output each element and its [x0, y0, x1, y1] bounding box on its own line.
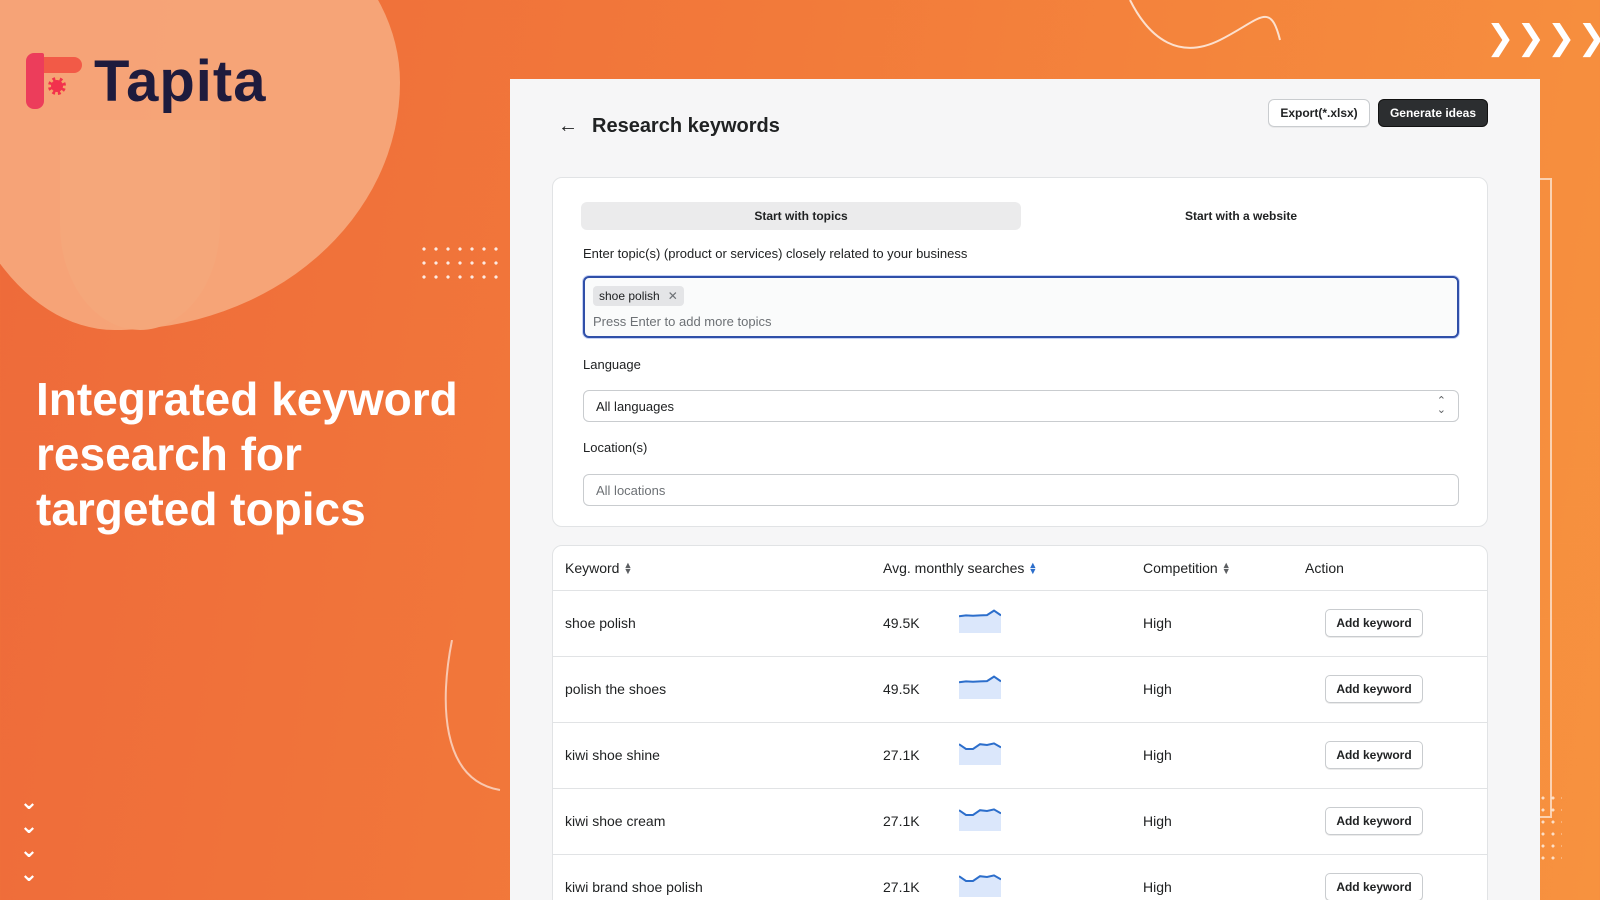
tab-start-with-website[interactable]: Start with a website [1021, 202, 1461, 230]
keyword-cell: kiwi brand shoe polish [565, 879, 703, 895]
add-keyword-button[interactable]: Add keyword [1325, 807, 1423, 835]
sort-icon: ▲ ▼ [1028, 560, 1038, 576]
competition-cell: High [1143, 747, 1172, 763]
column-header-competition[interactable]: Competition ▲ ▼ [1143, 560, 1231, 576]
dots-pattern [418, 242, 502, 288]
add-keyword-button[interactable]: Add keyword [1325, 741, 1423, 769]
table-row: kiwi brand shoe polish 27.1K High Add ke… [553, 855, 1487, 900]
trend-sparkline [959, 874, 1001, 897]
add-keyword-button[interactable]: Add keyword [1325, 675, 1423, 703]
table-row: kiwi shoe shine 27.1K High Add keyword [553, 723, 1487, 789]
export-button[interactable]: Export(*.xlsx) [1268, 99, 1370, 127]
brand-logo: Tapita [26, 48, 267, 115]
background-blob-drip [60, 120, 220, 330]
location-input[interactable]: All locations [583, 474, 1459, 506]
trend-sparkline [959, 742, 1001, 765]
keyword-cell: polish the shoes [565, 681, 667, 697]
language-select[interactable]: All languages ⌃ ⌄ [583, 390, 1459, 422]
keywords-table: Keyword ▲ ▼ Avg. monthly searches ▲ ▼ Comp… [552, 545, 1488, 900]
close-icon[interactable]: ✕ [668, 289, 678, 303]
keyword-cell: kiwi shoe shine [565, 747, 660, 763]
table-row: shoe polish 49.5K High Add keyword [553, 591, 1487, 657]
column-header-competition-label: Competition [1143, 560, 1218, 576]
brand-name: Tapita [94, 49, 267, 114]
topics-input[interactable]: shoe polish ✕ Press Enter to add more to… [583, 276, 1459, 338]
sort-icon: ▲ ▼ [1221, 560, 1231, 576]
location-placeholder: All locations [596, 482, 666, 498]
page-header: ← Research keywords [558, 115, 780, 138]
searches-cell: 27.1K [883, 879, 920, 895]
mode-tabs: Start with topics Start with a website [581, 202, 1461, 230]
decorative-curve-bottom [444, 640, 501, 791]
language-label: Language [583, 357, 641, 372]
topics-label: Enter topic(s) (product or services) clo… [583, 246, 968, 261]
hero-headline: Integrated keyword research for targeted… [36, 373, 458, 535]
sort-icon: ▲ ▼ [623, 560, 633, 576]
sparkline-area [959, 743, 1001, 765]
searches-cell: 49.5K [883, 615, 920, 631]
searches-cell: 27.1K [883, 747, 920, 763]
competition-cell: High [1143, 681, 1172, 697]
keyword-cell: shoe polish [565, 615, 636, 631]
select-arrows-icon: ⌃ ⌄ [1436, 395, 1446, 416]
decorative-curve [1129, 0, 1281, 49]
location-label: Location(s) [583, 440, 648, 455]
topics-placeholder: Press Enter to add more topics [593, 314, 772, 329]
add-keyword-button[interactable]: Add keyword [1325, 609, 1423, 637]
searches-cell: 49.5K [883, 681, 920, 697]
tapita-logo-icon [26, 52, 82, 111]
topic-chip-label: shoe polish [599, 289, 660, 303]
column-header-searches[interactable]: Avg. monthly searches ▲ ▼ [883, 560, 1037, 576]
app-panel: ← Research keywords Export(*.xlsx) Gener… [510, 79, 1540, 900]
column-header-searches-label: Avg. monthly searches [883, 560, 1025, 576]
column-header-keyword[interactable]: Keyword ▲ ▼ [565, 560, 632, 576]
column-header-action: Action [1305, 560, 1344, 576]
trend-sparkline [959, 675, 1001, 699]
column-header-keyword-label: Keyword [565, 560, 620, 576]
competition-cell: High [1143, 879, 1172, 895]
chevron-right-icon: ❯❯❯❯ [1486, 19, 1600, 57]
search-form-card: Start with topics Start with a website E… [552, 177, 1488, 527]
sparkline-area [959, 676, 1001, 699]
tab-start-with-topics[interactable]: Start with topics [581, 202, 1021, 230]
sparkline-area [959, 875, 1001, 897]
sparkline-area [959, 809, 1001, 831]
generate-ideas-button[interactable]: Generate ideas [1378, 99, 1488, 127]
column-header-action-label: Action [1305, 560, 1344, 576]
sparkline-area [959, 610, 1001, 633]
keyword-cell: kiwi shoe cream [565, 813, 666, 829]
table-row: polish the shoes 49.5K High Add keyword [553, 657, 1487, 723]
trend-sparkline [959, 808, 1001, 831]
page-title: Research keywords [592, 115, 780, 137]
chevron-down-icon: ⌄ ⌄ ⌄ ⌄ [19, 789, 39, 886]
competition-cell: High [1143, 813, 1172, 829]
back-arrow-icon[interactable]: ← [558, 115, 578, 138]
add-keyword-button[interactable]: Add keyword [1325, 873, 1423, 900]
table-row: kiwi shoe cream 27.1K High Add keyword [553, 789, 1487, 855]
searches-cell: 27.1K [883, 813, 920, 829]
trend-sparkline [959, 609, 1001, 633]
competition-cell: High [1143, 615, 1172, 631]
language-value: All languages [596, 398, 675, 414]
topic-chip: shoe polish ✕ [593, 286, 684, 306]
